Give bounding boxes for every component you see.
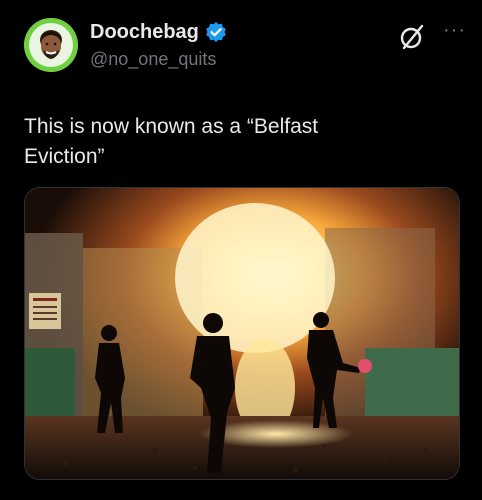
- display-name[interactable]: Doochebag: [90, 20, 199, 44]
- avatar[interactable]: [24, 18, 78, 72]
- tweet-text-line-2: Eviction”: [24, 145, 105, 168]
- verified-badge-icon: [205, 21, 227, 43]
- tweet-header: Doochebag @no_one_quits ···: [24, 18, 466, 76]
- author-names: Doochebag @no_one_quits: [90, 20, 227, 70]
- more-options-icon[interactable]: ···: [443, 20, 466, 40]
- x-logo-icon[interactable]: [400, 24, 426, 50]
- tweet-text: This is now known as a “Belfast Eviction…: [24, 112, 444, 172]
- tweet-text-line-1: This is now known as a “Belfast: [24, 115, 319, 138]
- handle[interactable]: @no_one_quits: [90, 48, 227, 70]
- tweet-photo[interactable]: [24, 187, 460, 480]
- riot-fire-photo: [25, 188, 459, 479]
- avatar-face-icon: [24, 18, 78, 72]
